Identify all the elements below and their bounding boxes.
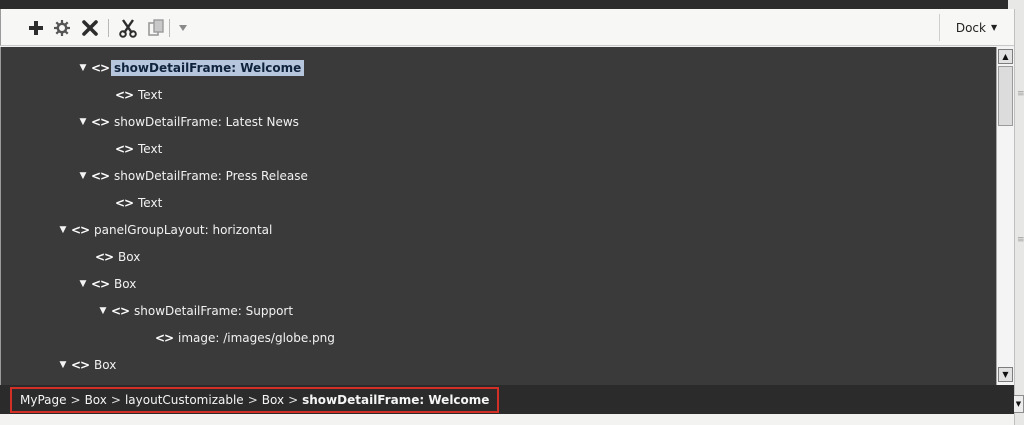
dock-menu[interactable]: Dock ▼ [939,14,1013,41]
tree-node[interactable]: ▼ <> panelGroupLayout: horizontal [1,217,996,243]
breadcrumb-current[interactable]: showDetailFrame: Welcome [302,393,489,407]
top-right-edge [1008,0,1024,9]
structure-tree: ▼ <> showDetailFrame: Welcome <> Text ▼ … [0,47,996,385]
grip-icon: ≡ [1017,235,1024,245]
tree-node-label: Box [114,277,137,291]
tree-node-label: showDetailFrame: Support [134,304,294,318]
tree-node[interactable]: ▼ <> showDetailFrame: Latest News [1,109,996,135]
breadcrumb-item[interactable]: layoutCustomizable [125,393,244,407]
expand-triangle-icon[interactable]: ▼ [75,171,91,181]
tree-node-label: Text [138,88,163,102]
expand-triangle-icon[interactable]: ▼ [55,360,71,370]
tag-icon: <> [91,115,110,129]
tree-node[interactable]: <> Text [1,82,996,108]
tag-icon: <> [155,331,174,345]
chevron-down-icon: ▼ [990,23,998,32]
tag-icon: <> [91,169,110,183]
toolbar: Dock ▼ [0,9,1014,46]
x-icon[interactable] [79,17,101,39]
tree-node-label: Text [138,142,163,156]
tag-icon: <> [91,277,110,291]
scroll-down-icon[interactable]: ▼ [998,367,1013,382]
tree-node-label: showDetailFrame: Welcome [111,60,305,76]
breadcrumb-item[interactable]: Box [262,393,284,407]
tag-icon: <> [71,223,90,237]
breadcrumb-separator: > [110,393,121,407]
tree-node-label: showDetailFrame: Latest News [114,115,299,129]
breadcrumb-separator: > [288,393,299,407]
tree-node[interactable]: <> Box [1,244,996,270]
expand-triangle-icon[interactable]: ▼ [75,279,91,289]
expand-triangle-icon[interactable]: ▼ [75,63,91,73]
expand-triangle-icon[interactable]: ▼ [75,117,91,127]
scissors-icon[interactable] [117,17,139,39]
plus-icon[interactable] [25,17,47,39]
tag-icon: <> [115,196,134,210]
breadcrumb-item[interactable]: MyPage [20,393,67,407]
tag-icon: <> [115,142,134,156]
tree-node[interactable]: <> Text [1,136,996,162]
tree-node[interactable]: ▼ <> Box [1,271,996,297]
breadcrumb: MyPage > Box > layoutCustomizable > Box … [10,387,500,413]
copy-icon[interactable] [145,17,167,39]
tree-scrollbar[interactable]: ▲ ▼ [996,47,1014,385]
expand-triangle-icon[interactable]: ▼ [95,306,111,316]
grip-icon: ≡ [1017,89,1024,99]
tag-icon: <> [71,358,90,372]
scrollbar-thumb[interactable] [998,66,1013,126]
tag-icon: <> [111,304,130,318]
tree-node-label: Text [138,196,163,210]
tree-node-label: panelGroupLayout: horizontal [94,223,273,237]
expand-triangle-icon[interactable]: ▼ [55,225,71,235]
top-dark-edge [0,0,1008,9]
outer-scroll-strip: ≡ ≡ [1014,9,1024,425]
dock-label: Dock [955,20,986,35]
tree-node-label: image: /images/globe.png [178,331,335,345]
tree-node[interactable]: ▼ <> showDetailFrame: Welcome [1,55,996,81]
tree-node[interactable]: <> image: /images/globe.png [1,325,996,351]
breadcrumb-item[interactable]: Box [85,393,107,407]
gear-icon[interactable] [51,17,73,39]
tree-node[interactable]: ▼ <> showDetailFrame: Press Release [1,163,996,189]
tree-node[interactable]: <> Text [1,190,996,216]
tree-node-label: showDetailFrame: Press Release [114,169,308,183]
tree-node-label: Box [118,250,141,264]
tree-node[interactable]: ▼ <> Box [1,352,996,378]
toolbar-divider [108,19,109,37]
scroll-up-icon[interactable]: ▲ [998,49,1013,64]
tag-icon: <> [91,61,110,75]
tag-icon: <> [95,250,114,264]
tag-icon: <> [115,88,134,102]
breadcrumb-bar: MyPage > Box > layoutCustomizable > Box … [0,385,1014,414]
breadcrumb-separator: > [247,393,258,407]
bottom-edge [0,414,1014,425]
toolbar-divider [169,19,170,37]
tree-node[interactable]: ▼ <> showDetailFrame: Support [1,298,996,324]
chevron-down-icon[interactable] [175,17,191,39]
breadcrumb-separator: > [70,393,81,407]
tree-node-label: Box [94,358,117,372]
outer-scroll-down-icon[interactable]: ▼ [1013,395,1024,413]
